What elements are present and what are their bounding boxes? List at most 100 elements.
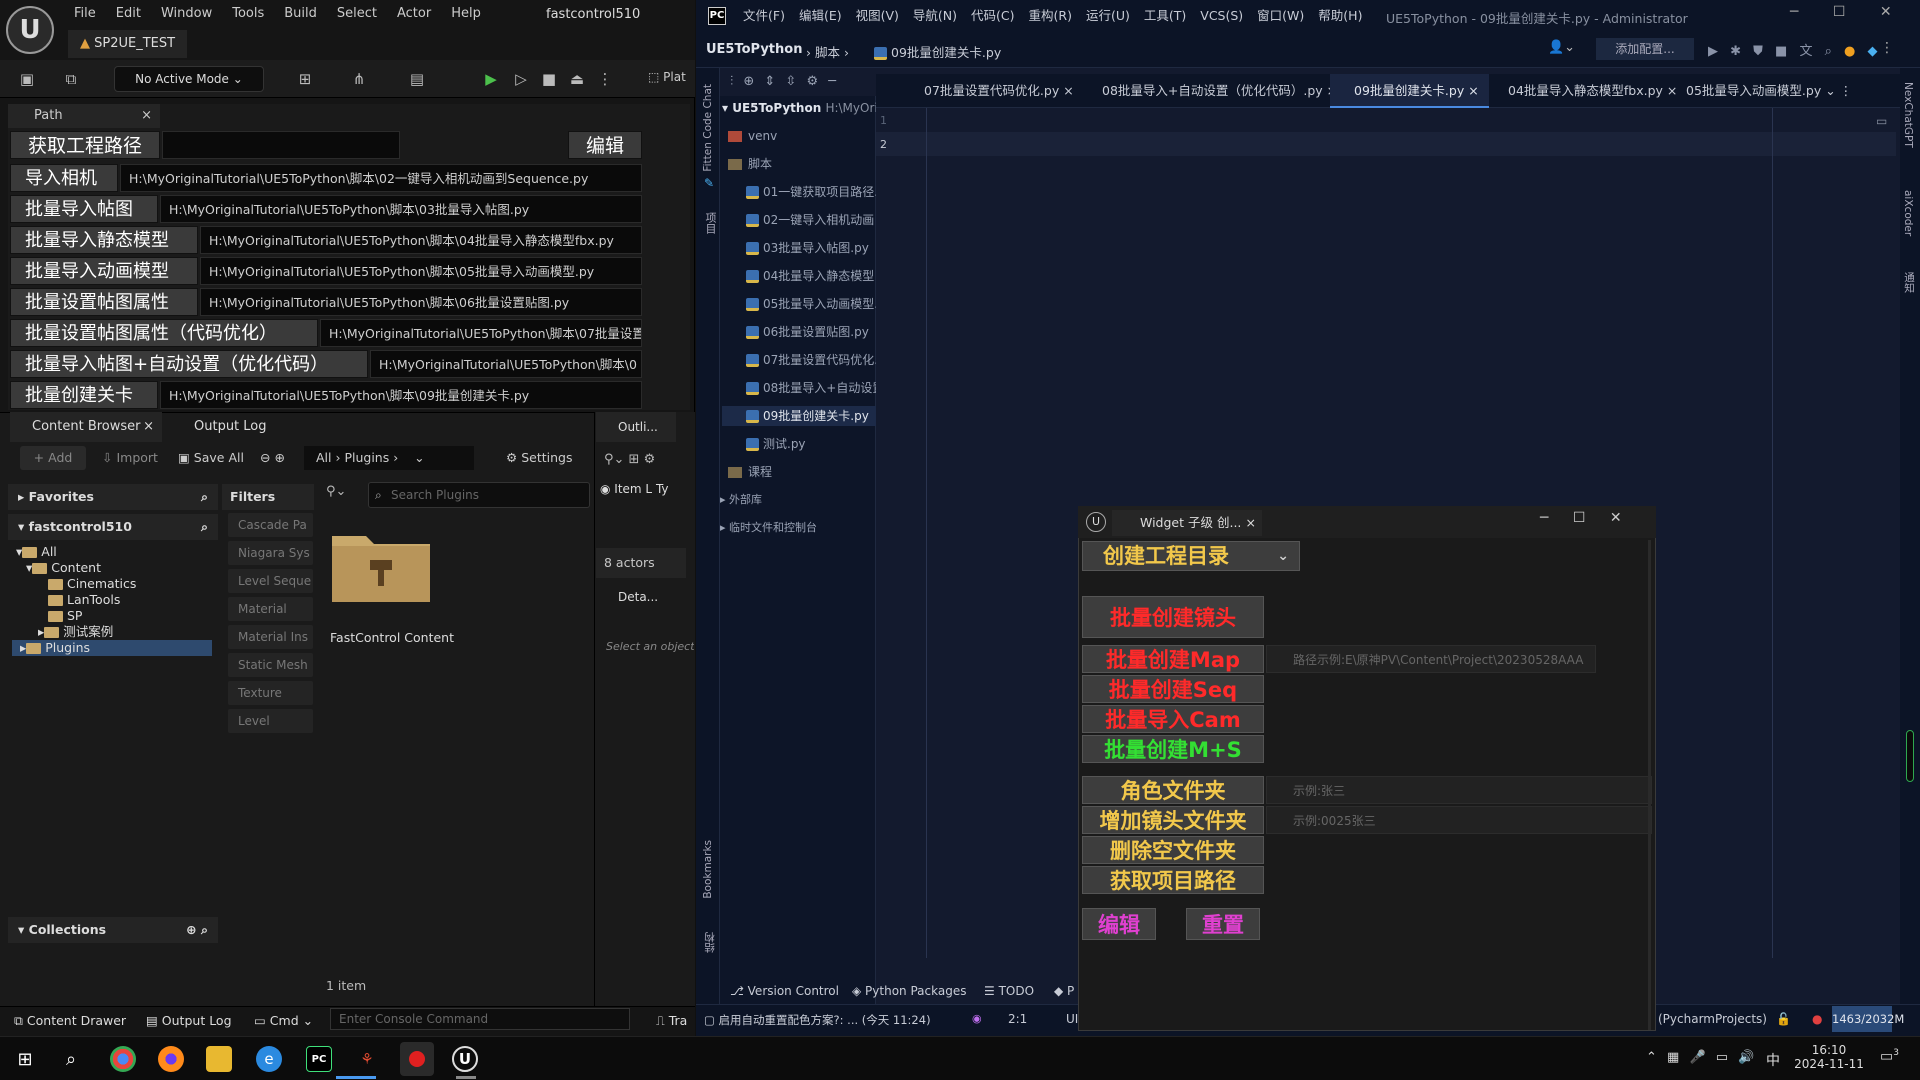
py-menu-tools[interactable]: 工具(T): [1137, 0, 1193, 32]
close-icon[interactable]: ×: [141, 104, 152, 128]
import-textures-button[interactable]: 批量导入帖图: [10, 195, 158, 223]
py-project-crumb[interactable]: UE5ToPython: [706, 42, 802, 57]
tree-file[interactable]: 04批量导入静态模型: [746, 266, 874, 286]
editor-tab[interactable]: 07批量设置代码优化.py ×: [900, 74, 1074, 108]
tree-course-folder[interactable]: 课程: [728, 462, 772, 482]
filter-level[interactable]: Level: [228, 709, 313, 733]
tree-file-selected[interactable]: 09批量创建关卡.py: [722, 406, 876, 426]
delete-empty-folders-button[interactable]: 删除空文件夹: [1082, 836, 1264, 864]
tree-file[interactable]: 05批量导入动画模型.: [746, 294, 878, 314]
tree-scratches[interactable]: ▸ 临时文件和控制台: [720, 518, 817, 538]
menu-edit[interactable]: Edit: [106, 0, 151, 28]
firefox-icon[interactable]: [158, 1046, 184, 1072]
editor-tab[interactable]: 04批量导入静态模型fbx.py ×: [1484, 74, 1677, 108]
collections-header[interactable]: ▾ Collections ⊕ ⌕: [8, 917, 218, 943]
editor-tab[interactable]: 05批量导入动画模型.py ⌄ ⋮: [1662, 74, 1852, 108]
caret-position[interactable]: 2:1: [1008, 1012, 1027, 1026]
project-header[interactable]: ▾ fastcontrol510 ⌕: [8, 514, 218, 540]
batch-create-shots-button[interactable]: 批量创建镜头: [1082, 596, 1264, 638]
filter-niagara[interactable]: Niagara Sys: [228, 541, 313, 565]
tree-item-test-cases[interactable]: ▸ 测试案例: [38, 624, 113, 640]
aix-status-icon[interactable]: ◉: [972, 1012, 982, 1025]
play-icon[interactable]: ▶: [478, 66, 504, 92]
batch-import-cam-button[interactable]: 批量导入Cam: [1082, 705, 1264, 733]
fitten-chat-tab[interactable]: Fitten Code Chat: [702, 84, 714, 172]
close-icon[interactable]: ×: [143, 412, 154, 442]
filter-material-instance[interactable]: Material Ins: [228, 625, 313, 649]
source-control-icon[interactable]: ⧉: [58, 66, 84, 92]
tree-file[interactable]: 02一键导入相机动画: [746, 210, 874, 230]
get-project-path-button[interactable]: 获取项目路径: [1082, 866, 1264, 894]
error-icon[interactable]: ●: [1812, 1012, 1822, 1026]
unreal-logo-icon[interactable]: U: [6, 6, 54, 54]
trace-button[interactable]: ⎍ Tra: [656, 1013, 687, 1029]
side-scroll-handle[interactable]: [1906, 730, 1914, 782]
tree-file[interactable]: 08批量导入+自动设置: [746, 378, 884, 398]
update-icon[interactable]: ●: [1844, 44, 1855, 59]
import-textures-auto-button[interactable]: 批量导入帖图+自动设置（优化代码）: [10, 350, 368, 378]
run-toolbar[interactable]: ▶ ✱ ⛊ ■ 文 ⌕ ● ◆: [1708, 40, 1877, 59]
console-input[interactable]: Enter Console Command: [330, 1008, 630, 1030]
pycharm-taskbar-icon[interactable]: PC: [306, 1046, 332, 1072]
project-path-field[interactable]: [162, 131, 400, 159]
batch-create-seq-button[interactable]: 批量创建Seq: [1082, 675, 1264, 703]
favorites-header[interactable]: ▸ Favorites ⌕: [8, 484, 218, 510]
py-file-crumb[interactable]: 09批量创建关卡.py: [874, 42, 1001, 61]
tree-item-cinematics[interactable]: Cinematics: [48, 576, 136, 592]
mode-dropdown[interactable]: No Active Mode ⌄: [114, 66, 264, 92]
menu-build[interactable]: Build: [274, 0, 327, 28]
tree-file[interactable]: 06批量设置贴图.py: [746, 322, 869, 342]
tree-file[interactable]: 03批量导入帖图.py: [746, 238, 869, 258]
app-icon[interactable]: ⚘: [354, 1046, 380, 1072]
reader-mode-icon[interactable]: ▭: [1876, 114, 1887, 128]
cinematics-icon[interactable]: ▤: [404, 66, 430, 92]
memory-indicator[interactable]: 1463/2032M: [1832, 1006, 1904, 1032]
script-path-field[interactable]: H:\MyOriginalTutorial\UE5ToPython\脚本\04批…: [200, 226, 642, 254]
script-path-field[interactable]: H:\MyOriginalTutorial\UE5ToPython\脚本\05批…: [200, 257, 642, 285]
set-texture-props-optimized-button[interactable]: 批量设置帖图属性（代码优化）: [10, 319, 318, 347]
save-all-button[interactable]: ▣ Save All: [178, 446, 244, 470]
python-packages-tab[interactable]: ◈ Python Packages: [852, 984, 966, 998]
level-tab[interactable]: ▲ SP2UE_TEST: [68, 30, 188, 58]
filter-texture[interactable]: Texture: [228, 681, 313, 705]
menu-select[interactable]: Select: [327, 0, 387, 28]
interpreter-status[interactable]: (PycharmProjects): [1658, 1012, 1767, 1026]
tree-scripts-folder[interactable]: 脚本: [728, 154, 772, 174]
fitten-icon[interactable]: ✎: [704, 176, 714, 190]
blueprint-icon[interactable]: ⋔: [346, 66, 372, 92]
py-menu-edit[interactable]: 编辑(E): [792, 0, 849, 32]
content-drawer-button[interactable]: ⧉ Content Drawer: [14, 1013, 126, 1029]
project-toolbar[interactable]: ⫶ ⊕ ⇕ ⇳ ⚙ ─: [730, 74, 836, 89]
menu-window[interactable]: Window: [151, 0, 222, 28]
settings-button[interactable]: ⚙ Settings: [506, 446, 572, 470]
more-icon[interactable]: ⋮: [592, 66, 618, 92]
py-menu-code[interactable]: 代码(C): [964, 0, 1021, 32]
batch-create-map-button[interactable]: 批量创建Map: [1082, 645, 1264, 673]
aixcoder-tab[interactable]: aiXcoder: [1902, 190, 1914, 236]
script-path-field[interactable]: H:\MyOriginalTutorial\UE5ToPython\脚本\03批…: [160, 195, 642, 223]
widget-reset-button[interactable]: 重置: [1186, 908, 1260, 940]
role-folder-button[interactable]: 角色文件夹: [1082, 776, 1264, 804]
cmd-dropdown[interactable]: ▭ Cmd ⌄: [254, 1013, 313, 1028]
script-path-field[interactable]: H:\MyOriginalTutorial\UE5ToPython\脚本\0: [370, 350, 642, 378]
filter-level-sequence[interactable]: Level Seque: [228, 569, 313, 593]
py-menu-help[interactable]: 帮助(H): [1311, 0, 1369, 32]
content-browser-tab[interactable]: Content Browser ×: [10, 412, 162, 442]
notifications-tab[interactable]: 通知: [1902, 272, 1917, 293]
version-control-tab[interactable]: ⎇ Version Control: [730, 984, 839, 998]
tree-item-plugins[interactable]: ▸ Plugins: [12, 640, 212, 656]
file-explorer-icon[interactable]: [206, 1046, 232, 1072]
tree-item-all[interactable]: ▾ All: [16, 544, 57, 560]
nexchatgpt-tab[interactable]: NexChatGPT: [1902, 82, 1914, 148]
path-breadcrumb[interactable]: All › Plugins › ⌄: [304, 446, 474, 470]
todo-tab[interactable]: ☰ TODO: [984, 984, 1034, 998]
tree-item-lantools[interactable]: LanTools: [48, 592, 120, 608]
add-actor-icon[interactable]: ⊞: [292, 66, 318, 92]
structure-tab[interactable]: 结构: [702, 932, 717, 953]
asset-name[interactable]: FastControl Content: [330, 630, 454, 645]
edit-button[interactable]: 编辑: [568, 131, 642, 159]
tree-item-content[interactable]: ▾ Content: [26, 560, 101, 576]
filter-cascade[interactable]: Cascade Pa: [228, 513, 313, 537]
menu-help[interactable]: Help: [441, 0, 491, 28]
stop-icon[interactable]: ■: [536, 66, 562, 92]
